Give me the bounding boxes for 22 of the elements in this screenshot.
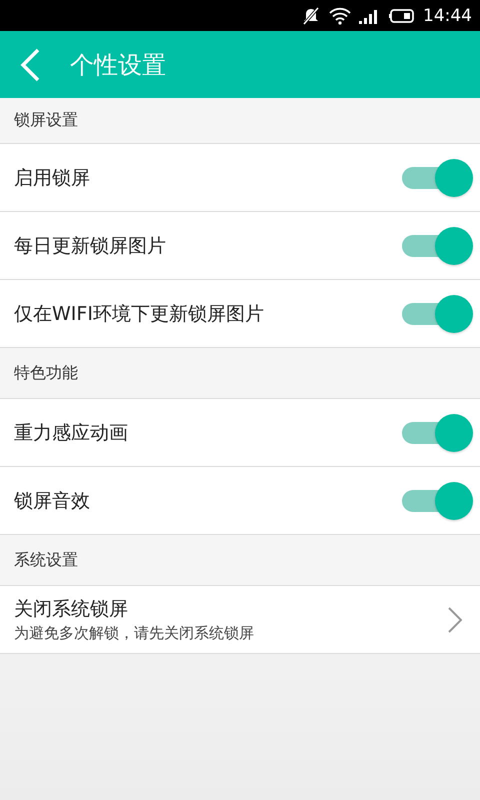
setting-label: 关闭系统锁屏: [14, 597, 129, 622]
setting-label: 重力感应动画: [14, 420, 128, 446]
toggle-switch[interactable]: [402, 294, 474, 334]
status-time: 14:44: [423, 6, 472, 26]
settings-link-row[interactable]: 关闭系统锁屏 为避免多次解锁，请先关闭系统锁屏: [0, 586, 480, 654]
setting-label: 启用锁屏: [14, 166, 90, 190]
section-title: 锁屏设置: [14, 110, 78, 131]
section-title: 系统设置: [14, 550, 78, 570]
toggle-switch[interactable]: [402, 158, 474, 198]
setting-label: 仅在WIFI环境下更新锁屏图片: [14, 302, 264, 326]
wifi-icon: [329, 6, 351, 24]
section-title: 特色功能: [14, 362, 78, 384]
setting-label: 锁屏音效: [14, 488, 90, 514]
battery-icon: [389, 8, 415, 24]
setting-description: 为避免多次解锁，请先关闭系统锁屏: [14, 624, 254, 643]
toggle-switch[interactable]: [402, 412, 474, 452]
page-title: 个性设置: [70, 50, 166, 80]
notifications-off-icon: [301, 6, 321, 24]
setting-label: 每日更新锁屏图片: [14, 234, 166, 258]
toggle-switch[interactable]: [402, 480, 474, 520]
chevron-right-icon: [448, 606, 462, 632]
toggle-switch[interactable]: [402, 226, 474, 266]
